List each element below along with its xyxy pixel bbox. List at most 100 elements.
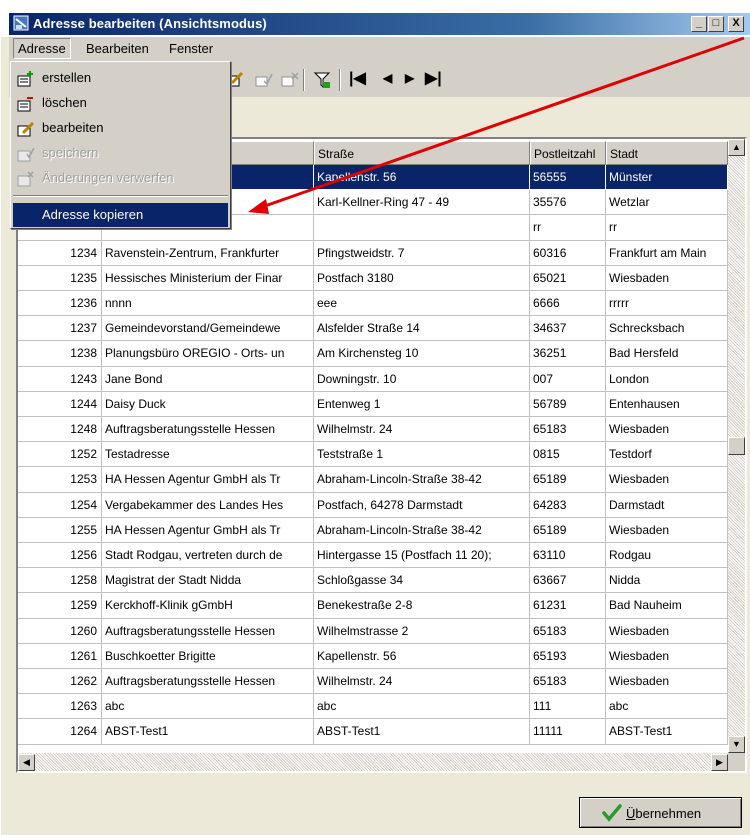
previous-record-icon[interactable]: ◀ bbox=[383, 71, 392, 85]
scroll-right-icon[interactable]: ▶ bbox=[711, 754, 728, 771]
cell-strasse[interactable] bbox=[314, 215, 530, 241]
cell-name[interactable]: Jane Bond bbox=[102, 366, 314, 392]
menu-adresse[interactable]: Adresse bbox=[13, 38, 71, 59]
cell-postleitzahl[interactable]: 64283 bbox=[530, 492, 606, 518]
table-row[interactable]: 1260 Auftragsberatungsstelle Hessen Wilhel… bbox=[18, 618, 728, 644]
cell-id[interactable]: 1244 bbox=[18, 391, 102, 417]
cell-name[interactable]: Kerckhoff-Klinik gGmbH bbox=[102, 593, 314, 619]
cell-stadt[interactable]: Wiesbaden bbox=[606, 467, 728, 493]
cell-stadt[interactable]: Bad Hersfeld bbox=[606, 341, 728, 367]
cell-postleitzahl[interactable]: 34637 bbox=[530, 316, 606, 342]
cell-id[interactable]: 1261 bbox=[18, 643, 102, 669]
cell-stadt[interactable]: Wiesbaden bbox=[606, 517, 728, 543]
table-row[interactable]: 1238 Planungsbüro OREGIO - Orts- un Am Kir… bbox=[18, 341, 728, 367]
first-record-icon[interactable]: |◀ bbox=[349, 68, 366, 88]
table-row[interactable]: 1234 Ravenstein-Zentrum, Frankfurter Pfing… bbox=[18, 240, 728, 266]
cell-stadt[interactable]: Wiesbaden bbox=[606, 265, 728, 291]
cell-strasse[interactable]: Am Kirchensteg 10 bbox=[314, 341, 530, 367]
cell-postleitzahl[interactable]: 56555 bbox=[530, 165, 606, 191]
cell-postleitzahl[interactable]: 63667 bbox=[530, 568, 606, 594]
table-row[interactable]: 1244 Daisy Duck Entenweg 1 56789 Entenhausen bbox=[18, 391, 728, 417]
cell-stadt[interactable]: Nidda bbox=[606, 568, 728, 594]
cell-strasse[interactable]: abc bbox=[314, 694, 530, 720]
cell-stadt[interactable]: Wiesbaden bbox=[606, 669, 728, 695]
cell-strasse[interactable]: Pfingstweidstr. 7 bbox=[314, 240, 530, 266]
table-row[interactable]: 1258 Magistrat der Stadt Nidda Schloßgasse… bbox=[18, 568, 728, 594]
cell-id[interactable]: 1238 bbox=[18, 341, 102, 367]
cell-stadt[interactable]: Entenhausen bbox=[606, 391, 728, 417]
close-button[interactable]: X bbox=[728, 16, 744, 32]
cell-name[interactable]: Magistrat der Stadt Nidda bbox=[102, 568, 314, 594]
cell-postleitzahl[interactable]: 61231 bbox=[530, 593, 606, 619]
cell-name[interactable]: Testadresse bbox=[102, 442, 314, 468]
cell-id[interactable]: 1253 bbox=[18, 467, 102, 493]
table-row[interactable]: 1254 Vergabekammer des Landes Hes Postfach… bbox=[18, 492, 728, 518]
cell-id[interactable]: 1234 bbox=[18, 240, 102, 266]
table-row[interactable]: 1237 Gemeindevorstand/Gemeindewe Alsfelder… bbox=[18, 316, 728, 342]
cell-stadt[interactable]: rr bbox=[606, 215, 728, 241]
column-header-strasse[interactable]: Straße bbox=[314, 141, 530, 165]
horizontal-scrollbar[interactable]: ◀ ▶ bbox=[18, 753, 728, 771]
cell-stadt[interactable]: abc bbox=[606, 694, 728, 720]
cell-postleitzahl[interactable]: rr bbox=[530, 215, 606, 241]
cell-postleitzahl[interactable]: 56789 bbox=[530, 391, 606, 417]
cell-strasse[interactable]: Teststraße 1 bbox=[314, 442, 530, 468]
cell-postleitzahl[interactable]: 111 bbox=[530, 694, 606, 720]
cell-name[interactable]: Stadt Rodgau, vertreten durch de bbox=[102, 543, 314, 569]
cell-stadt[interactable]: Darmstadt bbox=[606, 492, 728, 518]
cell-postleitzahl[interactable]: 11111 bbox=[530, 719, 606, 745]
cell-strasse[interactable]: Entenweg 1 bbox=[314, 391, 530, 417]
cell-id[interactable]: 1263 bbox=[18, 694, 102, 720]
table-row[interactable]: 1243 Jane Bond Downingstr. 10 007 London bbox=[18, 366, 728, 392]
cell-strasse[interactable]: Schloßgasse 34 bbox=[314, 568, 530, 594]
cell-id[interactable]: 1262 bbox=[18, 669, 102, 695]
table-row[interactable]: 1263 abc abc 111 abc bbox=[18, 694, 728, 720]
table-row[interactable]: 1253 HA Hessen Agentur GmbH als Tr Abraham… bbox=[18, 467, 728, 493]
menu-item-loeschen[interactable]: löschen bbox=[13, 91, 228, 115]
cell-strasse[interactable]: Downingstr. 10 bbox=[314, 366, 530, 392]
cell-stadt[interactable]: Schrecksbach bbox=[606, 316, 728, 342]
table-row[interactable]: 1264 ABST-Test1 ABST-Test1 11111 ABST-Test1 bbox=[18, 719, 728, 745]
cell-postleitzahl[interactable]: 60316 bbox=[530, 240, 606, 266]
cell-name[interactable]: abc bbox=[102, 694, 314, 720]
cell-id[interactable]: 1237 bbox=[18, 316, 102, 342]
cell-postleitzahl[interactable]: 35576 bbox=[530, 190, 606, 216]
cell-strasse[interactable]: Wilhelmstr. 24 bbox=[314, 669, 530, 695]
cell-strasse[interactable]: ABST-Test1 bbox=[314, 719, 530, 745]
menu-bearbeiten[interactable]: Bearbeiten bbox=[86, 41, 149, 56]
cell-stadt[interactable]: Münster bbox=[606, 165, 728, 191]
cell-strasse[interactable]: Benekestraße 2-8 bbox=[314, 593, 530, 619]
cell-stadt[interactable]: London bbox=[606, 366, 728, 392]
save-record-icon[interactable] bbox=[255, 71, 273, 89]
cell-id[interactable]: 1236 bbox=[18, 291, 102, 317]
menu-item-aenderungen-verwerfen[interactable]: Änderungen verwerfen bbox=[13, 166, 228, 190]
table-row[interactable]: 1235 Hessisches Ministerium der Finar Post… bbox=[18, 265, 728, 291]
cell-id[interactable]: 1259 bbox=[18, 593, 102, 619]
vertical-scrollbar[interactable]: ▲ ▼ bbox=[728, 139, 745, 753]
next-record-icon[interactable]: ▶ bbox=[405, 71, 414, 85]
cell-name[interactable]: Vergabekammer des Landes Hes bbox=[102, 492, 314, 518]
minimize-button[interactable]: _ bbox=[691, 16, 707, 32]
cell-postleitzahl[interactable]: 65183 bbox=[530, 618, 606, 644]
filter-icon[interactable] bbox=[313, 71, 331, 89]
cell-id[interactable]: 1260 bbox=[18, 618, 102, 644]
cell-name[interactable]: Planungsbüro OREGIO - Orts- un bbox=[102, 341, 314, 367]
cell-strasse[interactable]: Wilhelmstr. 24 bbox=[314, 417, 530, 443]
cell-postleitzahl[interactable]: 65183 bbox=[530, 669, 606, 695]
cell-name[interactable]: Auftragsberatungsstelle Hessen bbox=[102, 669, 314, 695]
cell-stadt[interactable]: Frankfurt am Main bbox=[606, 240, 728, 266]
cell-name[interactable]: Gemeindevorstand/Gemeindewe bbox=[102, 316, 314, 342]
cell-postleitzahl[interactable]: 6666 bbox=[530, 291, 606, 317]
cell-stadt[interactable]: ABST-Test1 bbox=[606, 719, 728, 745]
cell-name[interactable]: ABST-Test1 bbox=[102, 719, 314, 745]
cell-name[interactable]: HA Hessen Agentur GmbH als Tr bbox=[102, 467, 314, 493]
cell-id[interactable]: 1252 bbox=[18, 442, 102, 468]
cell-strasse[interactable]: Kapellenstr. 56 bbox=[314, 165, 530, 191]
cell-postleitzahl[interactable]: 63110 bbox=[530, 543, 606, 569]
cell-strasse[interactable]: Karl-Kellner-Ring 47 - 49 bbox=[314, 190, 530, 216]
cell-strasse[interactable]: Abraham-Lincoln-Straße 38-42 bbox=[314, 517, 530, 543]
cell-stadt[interactable]: Wiesbaden bbox=[606, 643, 728, 669]
cell-strasse[interactable]: Postfach, 64278 Darmstadt bbox=[314, 492, 530, 518]
uebernehmen-button[interactable]: Übernehmen bbox=[579, 797, 742, 828]
maximize-button[interactable]: □ bbox=[708, 16, 724, 32]
